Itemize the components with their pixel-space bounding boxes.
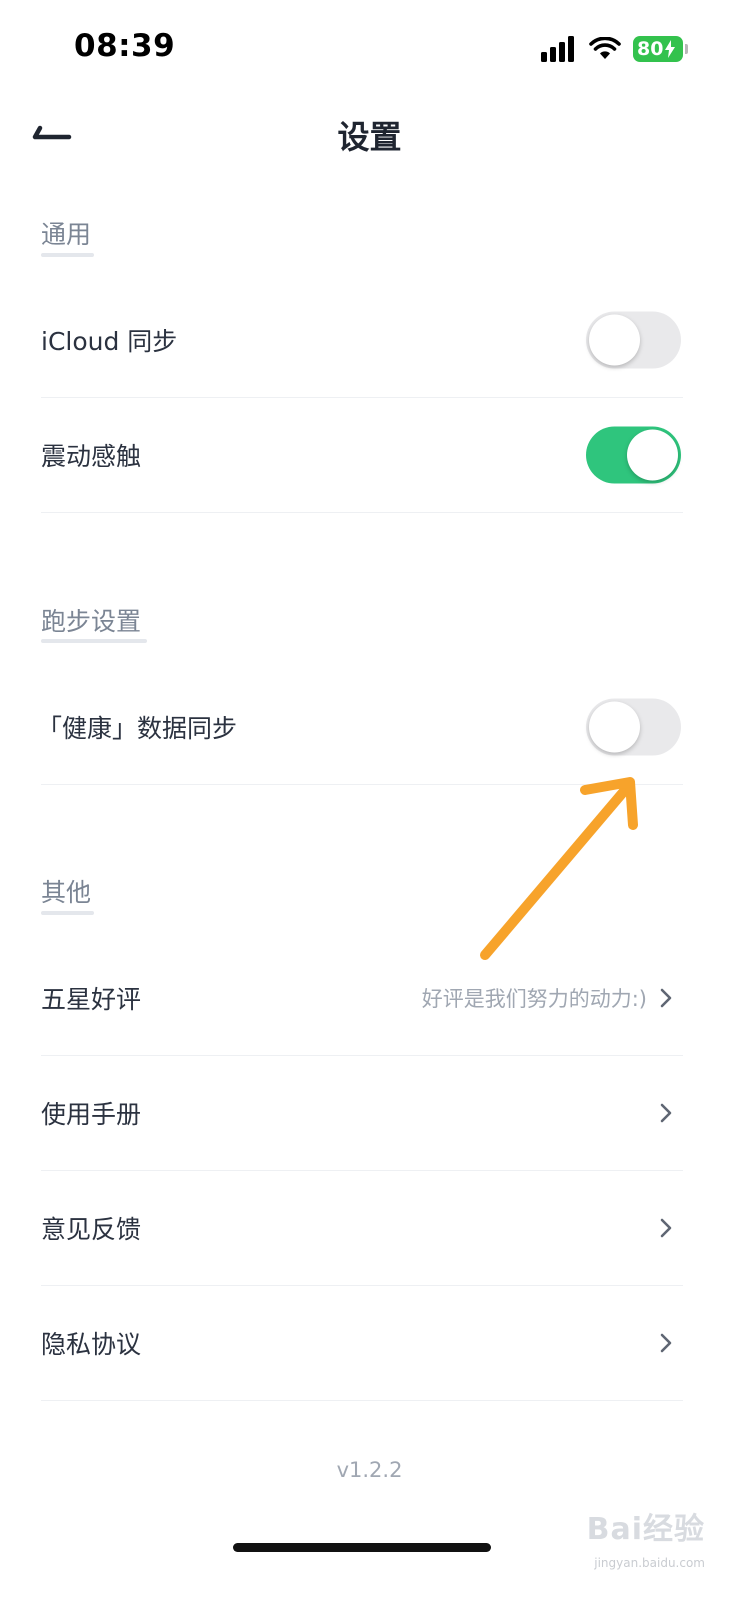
section-header-general: 通用	[41, 220, 92, 249]
section-underline-other	[41, 911, 94, 915]
page-title: 设置	[337, 118, 402, 156]
annotation-arrow-icon	[480, 777, 638, 960]
row-privacy-policy[interactable]: 隐私协议	[41, 1286, 683, 1401]
home-indicator[interactable]	[233, 1543, 491, 1552]
status-time: 08:39	[74, 28, 176, 64]
battery-level: 80	[637, 38, 664, 60]
status-icons: 80	[541, 34, 688, 64]
row-user-manual[interactable]: 使用手册	[41, 1056, 683, 1171]
chevron-right-icon	[660, 1218, 672, 1238]
section-header-running: 跑步设置	[41, 607, 142, 636]
battery-icon: 80	[633, 36, 688, 62]
icloud-sync-toggle[interactable]	[586, 311, 681, 369]
baidu-watermark: Bai经验 jingyan.baidu.com	[545, 1500, 705, 1570]
toggle-knob	[589, 701, 640, 753]
row-five-star-rating[interactable]: 五星好评 好评是我们努力的动力:)	[41, 941, 683, 1056]
feedback-label: 意见反馈	[41, 1215, 142, 1244]
health-sync-label: 「健康」数据同步	[37, 714, 238, 743]
five-star-rating-label: 五星好评	[41, 985, 142, 1014]
chevron-right-icon	[660, 1103, 672, 1123]
row-health-sync: 「健康」数据同步	[37, 670, 683, 785]
icloud-sync-label: iCloud 同步	[41, 327, 178, 356]
user-manual-label: 使用手册	[41, 1100, 142, 1129]
health-sync-toggle[interactable]	[586, 698, 681, 756]
watermark-logo: Bai经验	[586, 1512, 705, 1547]
row-feedback[interactable]: 意见反馈	[41, 1171, 683, 1286]
wifi-icon	[589, 37, 621, 59]
row-vibration: 震动感触	[41, 398, 683, 513]
section-header-other: 其他	[41, 878, 92, 907]
vibration-label: 震动感触	[41, 442, 142, 471]
chevron-right-icon	[660, 1333, 672, 1353]
vibration-toggle[interactable]	[586, 426, 681, 484]
toggle-knob	[589, 314, 640, 366]
row-icloud-sync: iCloud 同步	[41, 283, 683, 398]
charging-bolt-icon	[665, 40, 676, 58]
battery-tip	[685, 44, 688, 54]
cellular-signal-icon	[541, 36, 574, 62]
section-underline-general	[41, 253, 94, 257]
privacy-policy-label: 隐私协议	[41, 1330, 142, 1359]
app-version: v1.2.2	[336, 1458, 403, 1482]
five-star-rating-hint: 好评是我们努力的动力:)	[421, 987, 647, 1011]
status-bar: 08:39 80	[0, 0, 739, 90]
toggle-knob	[627, 429, 678, 481]
watermark-site: jingyan.baidu.com	[594, 1556, 705, 1570]
section-underline-running	[41, 639, 147, 643]
chevron-right-icon	[660, 988, 672, 1008]
